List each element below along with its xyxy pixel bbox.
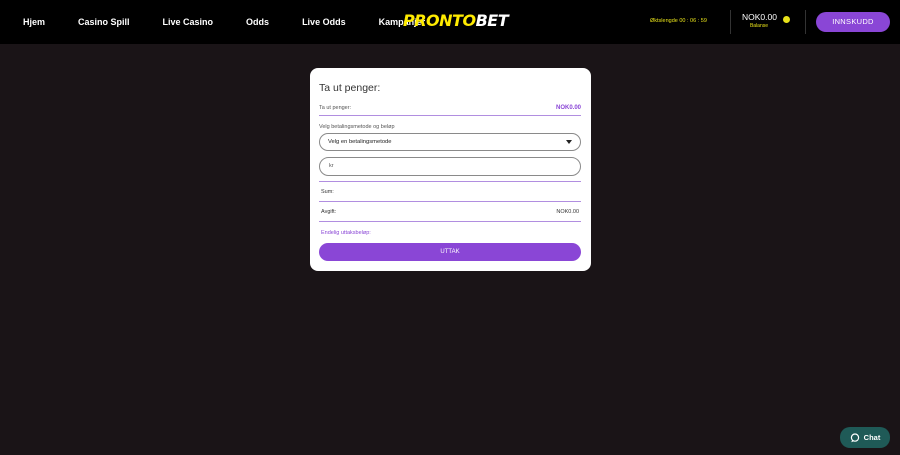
chat-label: Chat [863, 433, 881, 442]
available-label: Ta ut penger: [319, 105, 352, 111]
deposit-button[interactable]: INNSKUDD [816, 12, 890, 32]
sum-label: Sum: [321, 189, 334, 195]
header-divider [805, 10, 806, 34]
page-title: Ta ut penger: [319, 82, 381, 94]
nav-item-odds[interactable]: Odds [246, 17, 269, 27]
method-label: Velg betalingsmetode og beløp [319, 124, 395, 130]
nav-item-casino-spill[interactable]: Casino Spill [78, 17, 130, 27]
logo-text-bet: BET [475, 11, 509, 30]
withdraw-panel: Ta ut penger: Ta ut penger: NOK0.00 Velg… [310, 68, 591, 271]
chat-bubble-icon [850, 432, 859, 442]
divider [319, 181, 581, 182]
payment-method-value: Velg en betalingsmetode [328, 139, 392, 145]
balance-amount: NOK0.00 [742, 12, 777, 22]
logo-text-pronto: PRONTO [403, 11, 476, 30]
header-divider [730, 10, 731, 34]
withdraw-button[interactable]: UTTAK [319, 243, 581, 261]
chat-button[interactable]: Chat [840, 427, 890, 448]
chevron-down-icon [566, 140, 572, 144]
final-amount-label: Endelig uttaksbeløp: [321, 230, 371, 236]
payment-method-select[interactable]: Velg en betalingsmetode [319, 133, 581, 151]
main-nav: Hjem Casino Spill Live Casino Odds Live … [23, 17, 458, 27]
nav-item-live-odds[interactable]: Live Odds [302, 17, 346, 27]
amount-input[interactable]: kr [319, 157, 581, 176]
session-timer: Øktslengde 00 : 06 : 59 [650, 18, 707, 24]
brand-logo[interactable]: PRONTOBET [403, 11, 509, 30]
fee-label: Avgift: [321, 209, 337, 215]
fee-value: NOK0.00 [556, 209, 579, 215]
available-value: NOK0.00 [555, 105, 581, 111]
nav-item-hjem[interactable]: Hjem [23, 17, 45, 27]
nav-item-live-casino[interactable]: Live Casino [163, 17, 214, 27]
amount-placeholder: kr [329, 163, 334, 169]
balance-label: Balanse [749, 22, 769, 29]
top-navigation-bar: Hjem Casino Spill Live Casino Odds Live … [0, 0, 900, 44]
balance-display: NOK0.00 Balanse [742, 12, 777, 29]
divider [319, 201, 581, 202]
divider [319, 115, 581, 116]
coin-icon [783, 16, 790, 23]
divider [319, 221, 581, 222]
